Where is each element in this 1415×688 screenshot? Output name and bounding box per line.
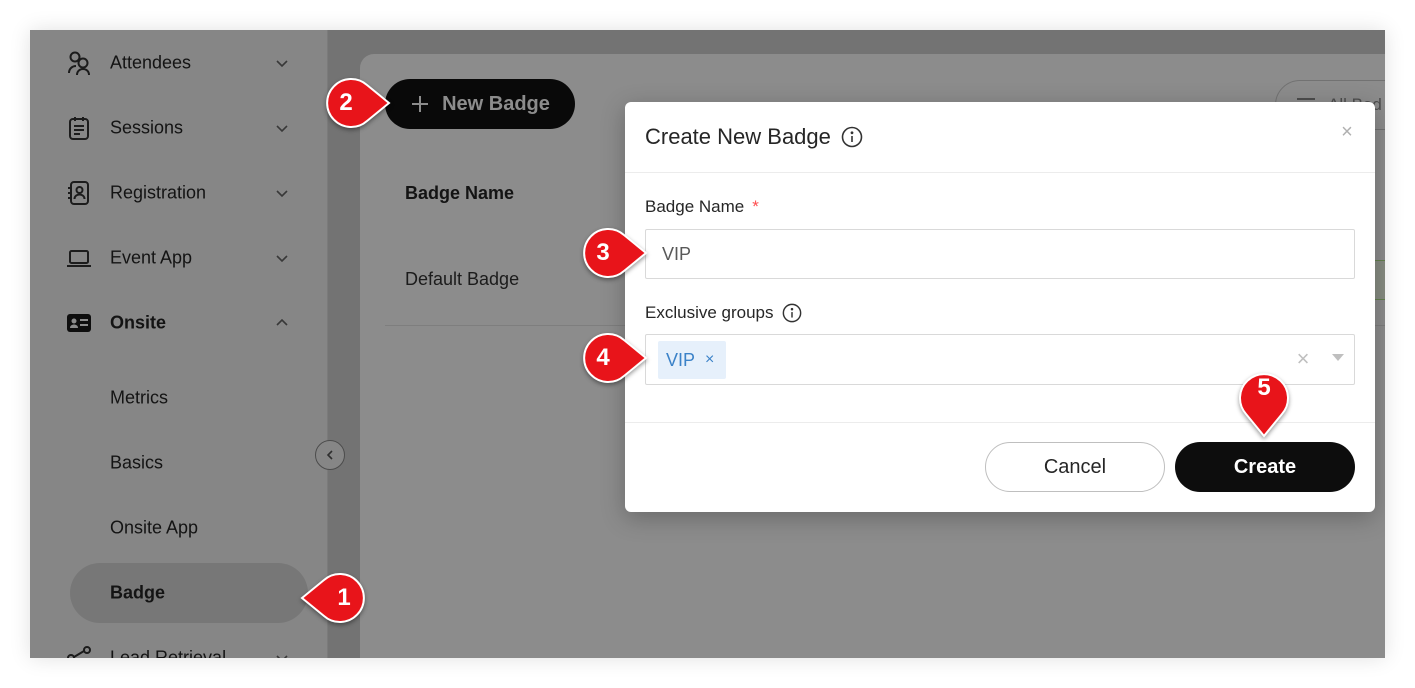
exclusive-groups-label: Exclusive groups — [645, 303, 802, 323]
modal-title: Create New Badge — [645, 124, 863, 150]
callout-marker-3: 3 — [570, 225, 650, 285]
required-mark: * — [752, 197, 759, 216]
callout-marker-4: 4 — [570, 330, 650, 390]
cancel-button[interactable]: Cancel — [985, 442, 1165, 492]
modal-header-divider — [625, 172, 1375, 173]
close-icon[interactable]: × — [1337, 122, 1357, 142]
create-button[interactable]: Create — [1175, 442, 1355, 492]
badge-name-input[interactable] — [645, 229, 1355, 279]
create-badge-modal: Create New Badge × Badge Name * Exclusiv… — [625, 102, 1375, 512]
tag-remove-icon[interactable]: × — [705, 351, 714, 369]
info-icon[interactable] — [841, 126, 863, 148]
tag-label: VIP — [666, 349, 696, 370]
exclusive-groups-label-text: Exclusive groups — [645, 303, 774, 322]
callout-number: 4 — [596, 344, 610, 371]
callout-marker-2: 2 — [313, 75, 393, 135]
info-icon[interactable] — [782, 303, 802, 323]
app-frame: Attendees Sessions Registration Event Ap… — [30, 30, 1385, 658]
callout-marker-1: 1 — [298, 570, 378, 630]
selected-tag: VIP × — [658, 341, 727, 379]
caret-down-icon[interactable] — [1332, 354, 1344, 361]
clear-icon[interactable]: × — [1291, 347, 1315, 371]
modal-title-text: Create New Badge — [645, 124, 831, 149]
badge-name-label-text: Badge Name — [645, 197, 745, 216]
badge-name-label: Badge Name * — [645, 197, 759, 217]
callout-number: 2 — [339, 89, 353, 116]
callout-number: 1 — [337, 584, 351, 611]
callout-number: 5 — [1257, 374, 1271, 401]
callout-number: 3 — [596, 239, 610, 266]
callout-marker-5: 5 — [1234, 360, 1294, 440]
